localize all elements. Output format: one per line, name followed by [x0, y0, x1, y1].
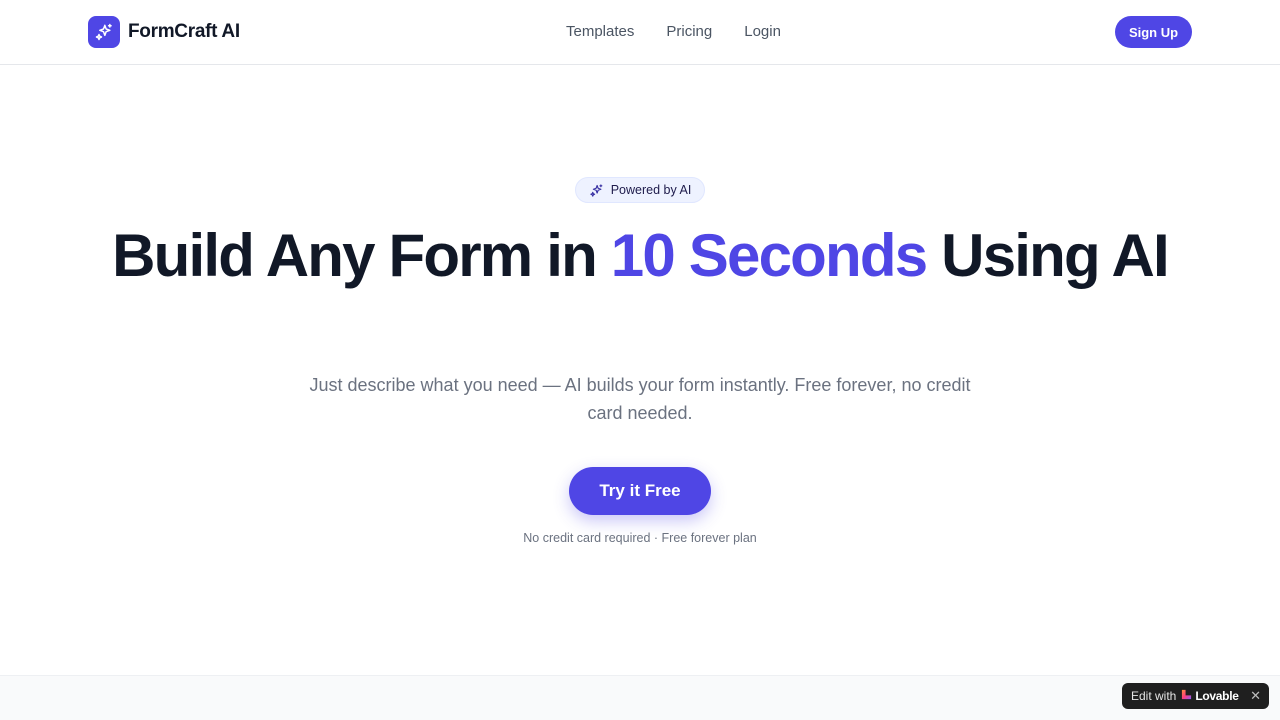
next-section: [0, 675, 1280, 720]
hero-subtitle: Just describe what you need — AI builds …: [309, 375, 971, 423]
nav-links: Templates Pricing Login: [566, 23, 781, 40]
cta-note: No credit card required · Free forever p…: [523, 531, 757, 545]
headline-part-1: Build Any Form in: [112, 222, 611, 289]
nav-link-pricing[interactable]: Pricing: [666, 23, 712, 40]
sign-up-button[interactable]: Sign Up: [1115, 16, 1192, 48]
headline-part-2: Using AI: [926, 222, 1170, 289]
headline-highlight: 10 Seconds: [610, 222, 928, 289]
badge-label: Powered by AI: [610, 183, 692, 197]
sparkles-icon: [95, 23, 112, 41]
lovable-brand: Lovable: [1195, 689, 1239, 703]
nav-link-login[interactable]: Login: [744, 23, 781, 40]
close-icon[interactable]: ✕: [1250, 688, 1261, 704]
brand-logo: [88, 16, 120, 48]
hero-headline: Build Any Form in 10 Seconds Using AI: [0, 226, 1280, 286]
edit-with-lovable-badge[interactable]: Edit with Lovable ✕: [1122, 683, 1269, 709]
try-free-button[interactable]: Try it Free: [569, 467, 711, 515]
powered-by-badge: Powered by AI: [575, 177, 705, 203]
sparkles-icon: [590, 183, 603, 197]
brand-name: FormCraft AI: [128, 21, 240, 42]
nav-link-templates[interactable]: Templates: [566, 23, 634, 40]
lovable-prefix: Edit with: [1131, 689, 1177, 703]
brand-home-link[interactable]: FormCraft AI: [88, 16, 240, 48]
lovable-heart-icon: [1181, 689, 1192, 703]
top-navbar: FormCraft AI Templates Pricing Login Sig…: [0, 0, 1280, 65]
